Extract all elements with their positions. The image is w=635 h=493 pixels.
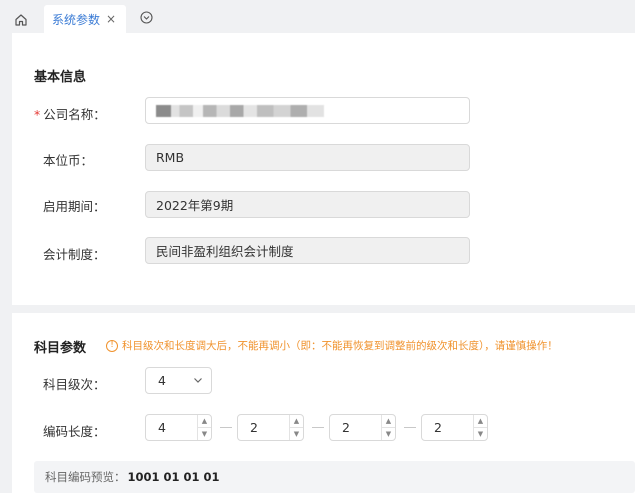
stepper-down-icon[interactable]: ▼ [382,428,395,440]
separator [312,427,324,428]
separator [220,427,232,428]
home-icon [15,13,27,26]
code-length-stepper-1[interactable]: 4 ▲ ▼ [145,414,212,441]
accounting-system-label: 会计制度： [43,247,106,262]
basic-info-panel: 基本信息 * 公司名称： 本位币： RMB 启用期间： 2022年第9期 会计制度… [12,33,635,305]
stepper-arrows: ▲ ▼ [381,415,395,440]
warning-icon: ! [106,339,118,352]
warning-text: ! 科目级次和长度调大后，不能再调小（即：不能再恢复到调整前的级次和长度），请谨… [106,338,558,353]
start-period-field: 2022年第9期 [145,191,470,218]
subject-level-value: 4 [158,373,166,388]
code-preview: 科目编码预览： 1001 01 01 01 [34,461,635,493]
chevron-down-circle-icon [139,10,153,24]
code-preview-value: 1001 01 01 01 [127,470,220,484]
company-name-label-text: 公司名称： [43,107,106,122]
stepper-arrows: ▲ ▼ [289,415,303,440]
currency-label: 本位币： [43,153,94,168]
code-length-value: 2 [434,420,442,435]
start-period-label: 启用期间： [43,199,106,214]
stepper-up-icon[interactable]: ▲ [382,415,395,428]
currency-field: RMB [145,144,470,171]
tab-more-button[interactable] [138,9,154,25]
home-tab[interactable] [6,6,36,33]
stepper-up-icon[interactable]: ▲ [474,415,487,428]
tab-label: 系统参数 [52,12,101,27]
code-preview-label: 科目编码预览： [45,470,126,484]
code-length-value: 2 [250,420,258,435]
code-length-stepper-3[interactable]: 2 ▲ ▼ [329,414,396,441]
separator [404,427,416,428]
stepper-down-icon[interactable]: ▼ [198,428,211,440]
stepper-arrows: ▲ ▼ [473,415,487,440]
code-length-value: 4 [158,420,166,435]
subject-level-select[interactable]: 4 [145,367,212,394]
stepper-down-icon[interactable]: ▼ [290,428,303,440]
stepper-down-icon[interactable]: ▼ [474,428,487,440]
tab-bar: 系统参数 × [0,0,635,33]
chevron-down-icon [194,378,202,383]
warning-message: 科目级次和长度调大后，不能再调小（即：不能再恢复到调整前的级次和长度），请谨慎操… [122,340,558,352]
code-length-stepper-4[interactable]: 2 ▲ ▼ [421,414,488,441]
close-icon[interactable]: × [106,12,116,26]
basic-info-title: 基本信息 [34,70,87,85]
stepper-up-icon[interactable]: ▲ [290,415,303,428]
accounting-system-field: 民间非盈利组织会计制度 [145,237,470,264]
subject-level-label: 科目级次： [43,377,106,392]
subject-params-title: 科目参数 [34,341,87,356]
company-name-value-blurred [156,104,324,117]
code-length-stepper-2[interactable]: 2 ▲ ▼ [237,414,304,441]
code-length-value: 2 [342,420,350,435]
company-name-label: * 公司名称： [34,104,106,123]
stepper-up-icon[interactable]: ▲ [198,415,211,428]
subject-params-panel: 科目参数 ! 科目级次和长度调大后，不能再调小（即：不能再恢复到调整前的级次和长… [12,313,635,493]
tab-system-params[interactable]: 系统参数 × [44,5,126,33]
stepper-arrows: ▲ ▼ [197,415,211,440]
code-length-label: 编码长度： [43,424,106,439]
required-mark: * [34,107,41,122]
company-name-input[interactable] [145,97,470,124]
